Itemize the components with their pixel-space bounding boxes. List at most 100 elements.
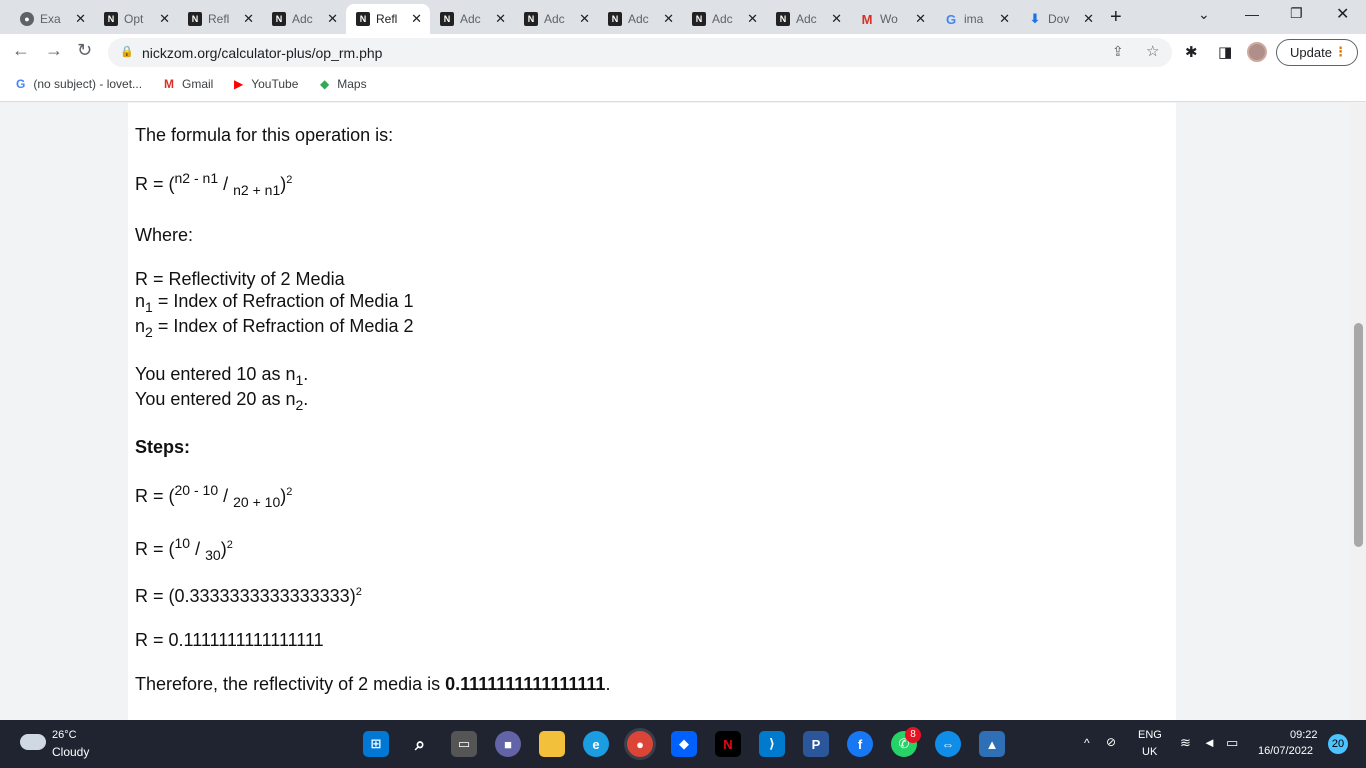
tab-12[interactable]: Gima ✕ xyxy=(934,4,1018,34)
weather-condition[interactable]: Cloudy xyxy=(52,745,89,759)
windows-taskbar: 26°C Cloudy ⊞ ⌕ ▭ ■ e ● ◆ N ⟩ P f ✆ ⇔ ▲ … xyxy=(0,720,1366,768)
chat-icon[interactable]: ■ xyxy=(495,731,521,757)
where-label: Where: xyxy=(135,225,194,245)
volume-icon[interactable]: ◄ xyxy=(1203,735,1216,750)
close-tab-icon[interactable]: ✕ xyxy=(831,11,842,27)
extensions-icon[interactable]: ✱ xyxy=(1185,43,1198,61)
tab-search-icon[interactable]: ⌄ xyxy=(1198,6,1210,23)
facebook-icon[interactable]: f xyxy=(847,731,873,757)
task-view-icon[interactable]: ▭ xyxy=(451,731,477,757)
address-bar[interactable]: 🔒 nickzom.org/calculator-plus/op_rm.php … xyxy=(108,38,1172,67)
definition-n2: n2 = Index of Refraction of Media 2 xyxy=(135,316,414,340)
nickzom-icon: N xyxy=(272,12,286,26)
close-tab-icon[interactable]: ✕ xyxy=(411,11,422,27)
clock-time[interactable]: 09:22 xyxy=(1290,729,1318,741)
close-tab-icon[interactable]: ✕ xyxy=(243,11,254,27)
file-explorer-icon[interactable] xyxy=(539,731,565,757)
region-indicator[interactable]: UK xyxy=(1142,746,1157,758)
tab-9[interactable]: N Adc ✕ xyxy=(682,4,766,34)
close-tab-icon[interactable]: ✕ xyxy=(327,11,338,27)
teamviewer-icon[interactable]: ⇔ xyxy=(935,731,961,757)
battery-icon[interactable]: ▭ xyxy=(1226,735,1238,751)
dropbox-icon[interactable]: ◆ xyxy=(671,731,697,757)
conclusion: Therefore, the reflectivity of 2 media i… xyxy=(135,674,611,694)
bookmark-maps[interactable]: ◆ Maps xyxy=(320,77,367,91)
vscode-icon[interactable]: ⟩ xyxy=(759,731,785,757)
minimize-button[interactable]: — xyxy=(1245,6,1259,22)
tab-6[interactable]: N Adc ✕ xyxy=(430,4,514,34)
url-text[interactable]: nickzom.org/calculator-plus/op_rm.php xyxy=(142,45,382,61)
wifi-icon[interactable]: ≋ xyxy=(1180,735,1191,751)
netflix-icon[interactable]: N xyxy=(715,731,741,757)
close-tab-icon[interactable]: ✕ xyxy=(159,11,170,27)
update-button[interactable]: Update ⋮ xyxy=(1276,39,1358,66)
tab-4[interactable]: N Adc ✕ xyxy=(262,4,346,34)
entered-n2: You entered 20 as n2. xyxy=(135,389,309,413)
bookmark-youtube[interactable]: ▶ YouTube xyxy=(234,77,298,91)
close-tab-icon[interactable]: ✕ xyxy=(747,11,758,27)
gmail-icon: M xyxy=(861,11,873,27)
tab-10[interactable]: N Adc ✕ xyxy=(766,4,850,34)
close-tab-icon[interactable]: ✕ xyxy=(663,11,674,27)
tab-8[interactable]: N Adc ✕ xyxy=(598,4,682,34)
tab-13[interactable]: ⬇ Dov ✕ xyxy=(1018,4,1102,34)
cloud-icon[interactable] xyxy=(20,734,46,750)
photos-icon[interactable]: ▲ xyxy=(979,731,1005,757)
menu-dots-icon: ⋮ xyxy=(1334,44,1347,59)
notification-badge[interactable]: 20 xyxy=(1328,734,1348,754)
language-indicator[interactable]: ENG xyxy=(1138,729,1162,741)
network-off-icon[interactable]: ⊘ xyxy=(1106,735,1116,749)
forward-button[interactable]: → xyxy=(45,40,63,61)
tab-11[interactable]: M Wo ✕ xyxy=(850,4,934,34)
share-icon[interactable]: ⇪ xyxy=(1112,43,1124,60)
whatsapp-badge: 8 xyxy=(905,727,921,743)
gmail-icon: M xyxy=(164,77,174,91)
nickzom-icon: N xyxy=(356,12,370,26)
page-scrollbar[interactable] xyxy=(1350,103,1366,720)
nickzom-icon: N xyxy=(440,12,454,26)
download-icon: ⬇ xyxy=(1029,11,1041,26)
bookmark-no-subject[interactable]: G (no subject) - lovet... xyxy=(16,77,142,91)
close-tab-icon[interactable]: ✕ xyxy=(915,11,926,27)
search-icon[interactable]: ⌕ xyxy=(407,731,433,757)
weather-temperature[interactable]: 26°C xyxy=(52,729,77,741)
formula: R = (n2 - n1 / n2 + n1)2 xyxy=(135,170,293,198)
edge-icon[interactable]: e xyxy=(583,731,609,757)
tab-3[interactable]: N Refl ✕ xyxy=(178,4,262,34)
nickzom-icon: N xyxy=(188,12,202,26)
close-tab-icon[interactable]: ✕ xyxy=(1083,11,1094,27)
chevron-up-icon[interactable]: ^ xyxy=(1084,736,1090,750)
reload-button[interactable]: ↻ xyxy=(77,40,92,61)
chrome-icon[interactable]: ● xyxy=(627,731,653,757)
bookmark-gmail[interactable]: M Gmail xyxy=(164,77,213,91)
youtube-icon: ▶ xyxy=(234,77,244,91)
restore-button[interactable]: ❐ xyxy=(1290,5,1303,22)
tab-1[interactable]: ● Exa ✕ xyxy=(10,4,94,34)
bookmark-star-icon[interactable]: ☆ xyxy=(1146,42,1159,60)
step-2: R = (10 / 30)2 xyxy=(135,535,233,563)
start-icon[interactable]: ⊞ xyxy=(363,731,389,757)
scrollbar-thumb[interactable] xyxy=(1354,323,1363,547)
close-tab-icon[interactable]: ✕ xyxy=(495,11,506,27)
lock-icon: 🔒 xyxy=(120,46,134,58)
close-window-button[interactable]: ✕ xyxy=(1336,4,1349,24)
tab-2[interactable]: N Opt ✕ xyxy=(94,4,178,34)
close-tab-icon[interactable]: ✕ xyxy=(75,11,86,27)
step-4: R = 0.1111111111111111 xyxy=(135,630,324,650)
tab-7[interactable]: N Adc ✕ xyxy=(514,4,598,34)
close-tab-icon[interactable]: ✕ xyxy=(579,11,590,27)
page-viewport xyxy=(0,103,1350,720)
clock-date[interactable]: 16/07/2022 xyxy=(1258,745,1313,757)
definition-r: R = Reflectivity of 2 Media xyxy=(135,269,345,289)
profile-avatar[interactable] xyxy=(1247,42,1267,62)
python-icon[interactable]: P xyxy=(803,731,829,757)
entered-n1: You entered 10 as n1. xyxy=(135,364,309,388)
browser-toolbar: ← → ↻ 🔒 nickzom.org/calculator-plus/op_r… xyxy=(0,34,1366,72)
tab-5-active[interactable]: N Refl ✕ xyxy=(346,4,430,34)
side-panel-icon[interactable]: ◨ xyxy=(1218,43,1232,61)
new-tab-button[interactable]: + xyxy=(1110,6,1122,29)
globe-icon: ● xyxy=(20,12,34,26)
tab-strip: ● Exa ✕ N Opt ✕ N Refl ✕ N Adc ✕ N Refl ✕ N Adc ✕ NA… xyxy=(0,0,1366,34)
back-button[interactable]: ← xyxy=(12,40,30,61)
close-tab-icon[interactable]: ✕ xyxy=(999,11,1010,27)
